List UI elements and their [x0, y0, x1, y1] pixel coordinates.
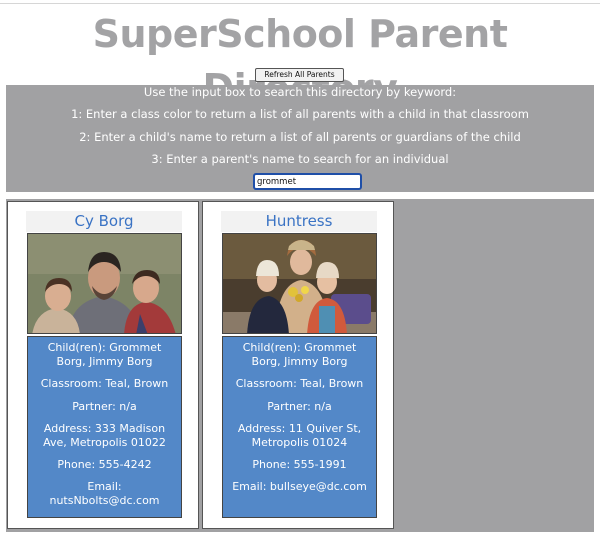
results-area: Cy Borg Child(ren): Grommet Borg, Jimmy …	[6, 199, 594, 532]
phone-text: Phone: 555-4242	[57, 458, 152, 471]
classroom-text: Classroom: Teal, Brown	[235, 377, 364, 390]
email-text: Email: bullseye@dc.com	[232, 480, 367, 493]
email-text: Email: nutsNbolts@dc.com	[49, 480, 160, 507]
address-text: Address: 333 Madison Ave, Metropolis 010…	[43, 422, 166, 449]
phone-text: Phone: 555-1991	[252, 458, 347, 471]
parent-card: Huntress Child(ren): Grommet Borg, Jimmy…	[202, 201, 394, 529]
parent-card: Cy Borg Child(ren): Grommet Borg, Jimmy …	[7, 201, 199, 529]
parent-photo	[222, 233, 377, 334]
search-instruction-parent-name: 3: Enter a parent's name to search for a…	[151, 152, 449, 166]
search-input[interactable]	[253, 173, 362, 190]
search-instructions-intro: Use the input box to search this directo…	[143, 85, 457, 99]
search-instruction-child-name: 2: Enter a child's name to return a list…	[79, 130, 521, 144]
children-text: Child(ren): Grommet Borg, Jimmy Borg	[242, 341, 357, 368]
partner-text: Partner: n/a	[267, 400, 332, 413]
parent-details: Child(ren): Grommet Borg, Jimmy Borg Cla…	[27, 336, 182, 518]
top-divider	[0, 3, 600, 4]
address-text: Address: 11 Quiver St, Metropolis 01024	[237, 422, 362, 449]
classroom-text: Classroom: Teal, Brown	[40, 377, 169, 390]
partner-text: Partner: n/a	[72, 400, 137, 413]
search-panel: Use the input box to search this directo…	[6, 85, 594, 192]
parent-name: Cy Borg	[26, 211, 182, 232]
children-text: Child(ren): Grommet Borg, Jimmy Borg	[47, 341, 162, 368]
refresh-all-parents-button[interactable]: Refresh All Parents	[255, 68, 344, 82]
search-instruction-class-color: 1: Enter a class color to return a list …	[71, 107, 529, 121]
parent-name: Huntress	[221, 211, 377, 232]
parent-photo	[27, 233, 182, 334]
parent-details: Child(ren): Grommet Borg, Jimmy Borg Cla…	[222, 336, 377, 518]
